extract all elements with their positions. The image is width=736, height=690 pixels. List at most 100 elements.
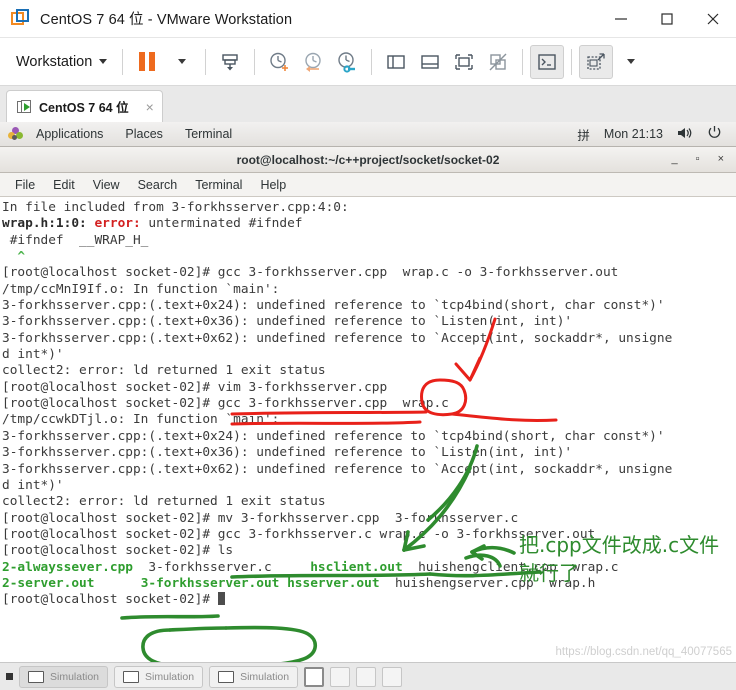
minimize-icon[interactable] (598, 0, 644, 38)
pause-icon (139, 52, 156, 71)
terminal-window-controls: _ ▫ × (672, 154, 736, 165)
terminal-menubar: File Edit View Search Terminal Help (0, 173, 736, 197)
stretch-dropdown-button[interactable] (613, 45, 647, 79)
terminal-titlebar: root@localhost:~/c++project/socket/socke… (0, 147, 736, 173)
chevron-down-icon (627, 59, 636, 64)
console-view-button[interactable] (530, 44, 565, 79)
application-title: CentOS 7 64 位 - VMware Workstation (40, 12, 293, 28)
toolbar-divider (122, 48, 124, 75)
workstation-menu-label: Workstation (16, 53, 93, 70)
guest-os-screen[interactable]: Applications Places Terminal 拼 Mon 21:13… (0, 122, 736, 662)
terminal-line: 3-forkhsserver.cpp:(.text+0x62): undefin… (2, 330, 673, 346)
panel-status-area: 拼 Mon 21:13 (577, 125, 728, 144)
menu-file[interactable]: File (6, 178, 44, 192)
thumbnail-chip-label: Simulation (50, 670, 100, 683)
power-icon[interactable] (707, 125, 722, 143)
maximize-icon[interactable] (644, 0, 690, 38)
toolbar-divider (522, 48, 524, 75)
toolbar-divider (254, 48, 256, 75)
menu-places[interactable]: Places (114, 127, 174, 141)
terminal-line: /tmp/ccwkDTjl.o: In function `main': (2, 412, 280, 428)
close-icon[interactable]: × (136, 99, 154, 115)
vmware-status-bar: Simulation Simulation Simulation (0, 662, 736, 690)
terminal-close-icon[interactable]: × (718, 154, 724, 165)
toolbar-divider (205, 48, 207, 75)
pause-dropdown-button[interactable] (164, 45, 198, 79)
send-key-icon (222, 53, 238, 70)
menu-help[interactable]: Help (251, 178, 295, 192)
window-controls (598, 0, 736, 37)
vmware-workstation-window: CentOS 7 64 位 - VMware Workstation Works… (0, 0, 736, 690)
status-indicator-icon (6, 673, 13, 680)
vm-tab-strip: CentOS 7 64 位 × (0, 86, 736, 122)
device-indicator-3[interactable] (356, 666, 377, 687)
volume-icon[interactable] (677, 126, 693, 143)
terminal-line: collect2: error: ld returned 1 exit stat… (2, 494, 326, 510)
terminal-line: #ifndef __WRAP_H_ (2, 232, 149, 248)
input-method-indicator[interactable]: 拼 (577, 125, 590, 144)
send-ctrl-alt-del-button[interactable] (213, 45, 247, 79)
menu-view[interactable]: View (84, 178, 129, 192)
thumbnail-chip-2[interactable]: Simulation (114, 665, 204, 688)
terminal-line: 3-forkhsserver.cpp:(.text+0x24): undefin… (2, 298, 665, 314)
unity-mode-icon (489, 53, 507, 70)
fullscreen-icon (455, 53, 473, 70)
snapshot-manager-icon (338, 51, 356, 73)
terminal-maximize-icon[interactable]: ▫ (696, 154, 700, 165)
menu-terminal[interactable]: Terminal (174, 127, 243, 141)
centos-logo-icon (8, 126, 23, 142)
unity-mode-button[interactable] (481, 45, 515, 79)
terminal-line: 3-forkhsserver.cpp:(.text+0x62): undefin… (2, 461, 673, 477)
show-library-button[interactable] (379, 45, 413, 79)
gnome-top-panel: Applications Places Terminal 拼 Mon 21:13 (0, 122, 736, 147)
stretch-screen-icon (587, 52, 605, 70)
enter-fullscreen-button[interactable] (447, 45, 481, 79)
vm-tab-label: CentOS 7 64 位 (39, 101, 129, 115)
show-thumbnail-bar-button[interactable] (413, 45, 447, 79)
toolbar-divider (371, 48, 373, 75)
terminal-cursor (217, 592, 225, 606)
terminal-line: [root@localhost socket-02]# mv 3-forkhss… (2, 510, 519, 526)
vm-tab-centos7[interactable]: CentOS 7 64 位 × (6, 90, 163, 122)
thumbnail-chip-3[interactable]: Simulation (209, 665, 299, 688)
revert-snapshot-button[interactable] (296, 45, 330, 79)
terminal-line: 3-forkhsserver.cpp:(.text+0x36): undefin… (2, 445, 573, 461)
vmware-logo-icon (11, 8, 31, 29)
snapshot-manager-button[interactable] (330, 45, 364, 79)
close-icon[interactable] (690, 0, 736, 38)
clock[interactable]: Mon 21:13 (604, 127, 663, 141)
terminal-line: [root@localhost socket-02]# gcc 3-forkhs… (2, 265, 619, 281)
vm-running-icon (17, 99, 32, 114)
terminal-line: [root@localhost socket-02]# vim 3-forkhs… (2, 379, 388, 395)
menu-edit[interactable]: Edit (44, 178, 84, 192)
take-snapshot-button[interactable] (262, 45, 296, 79)
terminal-line: 3-forkhsserver.cpp:(.text+0x36): undefin… (2, 314, 573, 330)
terminal-title: root@localhost:~/c++project/socket/socke… (236, 152, 500, 167)
screen-icon (123, 670, 140, 683)
terminal-line: [root@localhost socket-02]# gcc 3-forkhs… (2, 396, 449, 412)
device-indicator-2[interactable] (330, 666, 351, 687)
terminal-line: /tmp/ccMnI9If.o: In function `main': (2, 281, 280, 297)
terminal-output-area[interactable]: In file included from 3-forkhsserver.cpp… (0, 197, 736, 662)
menu-search[interactable]: Search (129, 178, 187, 192)
terminal-minimize-icon[interactable]: _ (672, 154, 678, 165)
terminal-line: In file included from 3-forkhsserver.cpp… (2, 200, 349, 215)
terminal-line: wrap.h:1:0: error: unterminated #ifndef (2, 216, 303, 232)
thumbnail-chip-label: Simulation (240, 670, 290, 683)
terminal-line: d int*)' (2, 347, 64, 363)
device-indicator-1[interactable] (304, 666, 325, 687)
terminal-line: d int*)' (2, 477, 64, 493)
screen-icon (28, 670, 44, 683)
application-titlebar: CentOS 7 64 位 - VMware Workstation (0, 0, 736, 38)
stretch-guest-button[interactable] (579, 44, 614, 79)
chevron-down-icon (99, 59, 108, 64)
device-indicator-4[interactable] (382, 666, 403, 687)
terminal-icon (538, 53, 556, 70)
thumbnail-chip-1[interactable]: Simulation (19, 665, 109, 688)
menu-applications[interactable]: Applications (25, 127, 114, 141)
watermark: https://blog.csdn.net/qq_40077565 (555, 645, 732, 658)
menu-terminal[interactable]: Terminal (186, 178, 251, 192)
pause-button[interactable] (130, 45, 164, 79)
terminal-line: ^ (2, 249, 26, 265)
workstation-menu-button[interactable]: Workstation (6, 54, 115, 70)
